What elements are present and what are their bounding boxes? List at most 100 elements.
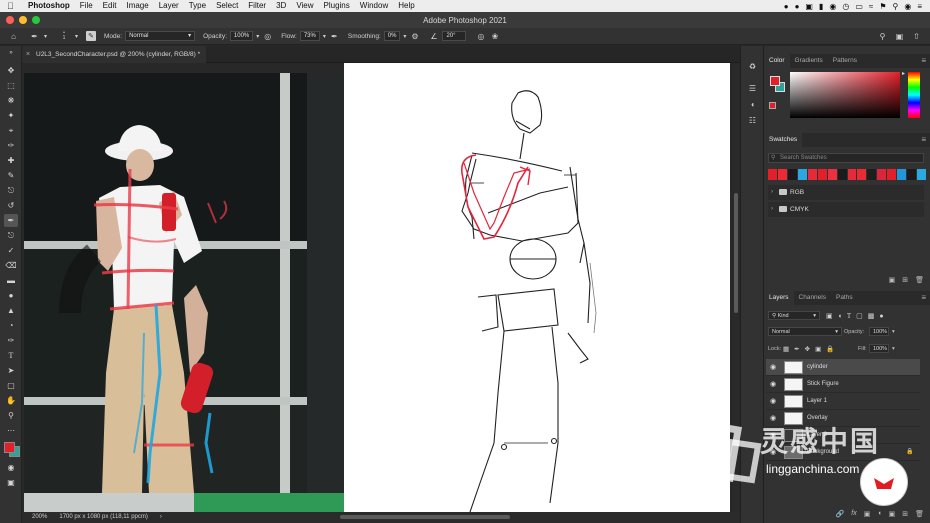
menu-type[interactable]: Type xyxy=(184,0,211,12)
type-tool-icon[interactable]: T xyxy=(4,349,18,362)
angle-field[interactable]: 20° xyxy=(442,31,467,41)
swatch[interactable] xyxy=(877,169,887,180)
screen-mode-icon[interactable]: ▣ xyxy=(4,476,18,489)
swatch[interactable] xyxy=(857,169,867,180)
eraser-tool-icon[interactable]: ⌫ xyxy=(4,259,18,272)
hand-tool-icon[interactable]: ✋ xyxy=(4,394,18,407)
battery-icon[interactable]: ▭ xyxy=(855,2,863,11)
lock-position-icon[interactable]: ✥ xyxy=(805,345,810,353)
filter-toggle-icon[interactable]: ● xyxy=(879,313,883,320)
color-field[interactable] xyxy=(790,72,900,118)
new-group-folder-icon[interactable]: ▣ xyxy=(889,276,896,284)
lasso-tool-icon[interactable]: ❋ xyxy=(4,94,18,107)
move-tool-icon[interactable]: ✥ xyxy=(4,64,18,77)
blur-tool-icon[interactable]: ● xyxy=(4,289,18,302)
tab-color[interactable]: Color xyxy=(764,54,790,68)
link-layers-icon[interactable]: 🔗 xyxy=(836,510,845,518)
adjustment-filter-icon[interactable]: ◖ xyxy=(838,313,842,320)
tab-swatches[interactable]: Swatches xyxy=(764,133,803,147)
edit-toolbar-more-icon[interactable]: ⋯ xyxy=(4,424,18,437)
brush-tool-preset-icon[interactable]: ✒ xyxy=(29,31,40,42)
smart-object-filter-icon[interactable]: ▩ xyxy=(868,312,875,320)
sharpen-tool-icon[interactable]: ▲ xyxy=(4,304,18,317)
swatch[interactable] xyxy=(768,169,777,180)
brush-tool-icon[interactable]: ✒ xyxy=(4,214,18,227)
document-canvas[interactable] xyxy=(22,63,740,512)
crop-tool-icon[interactable]: ⌖ xyxy=(4,124,18,137)
chevron-down-icon[interactable]: ▾ xyxy=(403,33,406,40)
menu-3d[interactable]: 3D xyxy=(271,0,291,12)
hue-slider[interactable] xyxy=(908,72,920,118)
document-tab[interactable]: × U2L3_SecondCharacter.psd @ 200% (cylin… xyxy=(22,46,207,63)
circle-icon[interactable]: ● xyxy=(795,2,800,11)
shape-tool-icon[interactable]: ▢ xyxy=(4,379,18,392)
chevron-down-icon[interactable]: ▾ xyxy=(892,345,895,354)
symmetry-butterfly-icon[interactable]: ❀ xyxy=(489,31,500,42)
history-icon[interactable]: ♻ xyxy=(746,60,759,73)
chevron-down-icon[interactable]: ▾ xyxy=(323,33,326,40)
swatch[interactable] xyxy=(807,169,817,180)
layer-row[interactable]: ◉ cylinder xyxy=(766,359,920,376)
siri-icon[interactable]: ◉ xyxy=(904,2,911,11)
menu-help[interactable]: Help xyxy=(393,0,419,12)
quick-mask-icon[interactable]: ◉ xyxy=(4,461,18,474)
panel-menu-icon[interactable]: ≡ xyxy=(921,54,930,68)
panel-menu-icon[interactable]: ≡ xyxy=(921,291,930,305)
zoom-level[interactable]: 200% xyxy=(32,512,47,523)
close-window-button[interactable] xyxy=(6,16,14,24)
chevron-down-icon[interactable]: ▾ xyxy=(892,328,895,337)
smoothing-settings-gear-icon[interactable]: ⚙ xyxy=(409,31,420,42)
new-swatch-icon[interactable]: ⊞ xyxy=(902,276,908,284)
new-group-folder-icon[interactable]: ▣ xyxy=(889,510,896,518)
menu-file[interactable]: File xyxy=(75,0,98,12)
layer-filter-select[interactable]: ⚲ Kind ▾ xyxy=(768,311,820,320)
foreground-color-swatch[interactable] xyxy=(4,442,15,453)
tab-layers[interactable]: Layers xyxy=(764,291,794,305)
history-brush-tool-icon[interactable]: ↺ xyxy=(4,199,18,212)
chevron-down-icon[interactable]: ▾ xyxy=(256,33,259,40)
mode-select[interactable]: Normal ▾ xyxy=(125,31,196,41)
lock-transparency-icon[interactable]: ▦ xyxy=(783,345,789,353)
swatch[interactable] xyxy=(867,169,877,180)
lock-image-icon[interactable]: ✒ xyxy=(794,345,799,353)
control-center-icon[interactable]: ≡ xyxy=(917,2,922,11)
swatch[interactable] xyxy=(917,169,926,180)
brush-size-picker[interactable]: • 1 xyxy=(57,31,71,42)
menu-view[interactable]: View xyxy=(291,0,318,12)
menu-image[interactable]: Image xyxy=(121,0,153,12)
layer-style-fx-icon[interactable]: fx xyxy=(851,510,856,518)
tab-channels[interactable]: Channels xyxy=(794,291,831,305)
adjustment-layer-icon[interactable]: ◖ xyxy=(877,510,881,518)
type-filter-icon[interactable]: T xyxy=(847,312,851,320)
swatches-search-input[interactable]: ⚲ Search Swatches xyxy=(768,153,924,163)
brush-settings-panel-icon[interactable]: ✎ xyxy=(86,31,96,41)
flag-icon[interactable]: ⚑ xyxy=(879,2,886,11)
vertical-scroll-thumb[interactable] xyxy=(734,193,738,313)
magic-wand-tool-icon[interactable]: ✦ xyxy=(4,109,18,122)
swatch-group-rgb[interactable]: › RGB xyxy=(768,185,924,200)
chevron-down-icon[interactable]: ▾ xyxy=(40,31,51,42)
swatch[interactable] xyxy=(837,169,847,180)
tab-patterns[interactable]: Patterns xyxy=(828,54,862,68)
delete-trash-icon[interactable]: 🗑 xyxy=(915,276,924,284)
swatch[interactable] xyxy=(847,169,857,180)
zoom-tool-icon[interactable]: ⚲ xyxy=(4,409,18,422)
home-icon[interactable]: ⌂ xyxy=(8,31,19,42)
swatch[interactable] xyxy=(907,169,917,180)
layer-mask-icon[interactable]: ▣ xyxy=(864,510,871,518)
lock-all-icon[interactable]: 🔒 xyxy=(826,345,834,353)
swatch[interactable] xyxy=(887,169,897,180)
chevron-right-icon[interactable]: › xyxy=(160,512,162,523)
zoom-window-button[interactable] xyxy=(32,16,40,24)
layer-row[interactable]: ◉ Layer 1 xyxy=(766,393,920,410)
share-icon[interactable]: ⇧ xyxy=(911,31,922,42)
visibility-eye-icon[interactable]: ◉ xyxy=(770,376,776,393)
menu-select[interactable]: Select xyxy=(211,0,243,12)
blend-mode-select[interactable]: Normal ▾ xyxy=(768,327,842,336)
wifi-icon[interactable]: ≈ xyxy=(869,2,873,11)
swatch[interactable] xyxy=(897,169,907,180)
tab-gradients[interactable]: Gradients xyxy=(790,54,828,68)
search-icon[interactable]: ⚲ xyxy=(877,31,888,42)
flow-field[interactable]: 73% xyxy=(299,31,320,41)
bookmark-icon[interactable]: ▮ xyxy=(819,2,823,11)
